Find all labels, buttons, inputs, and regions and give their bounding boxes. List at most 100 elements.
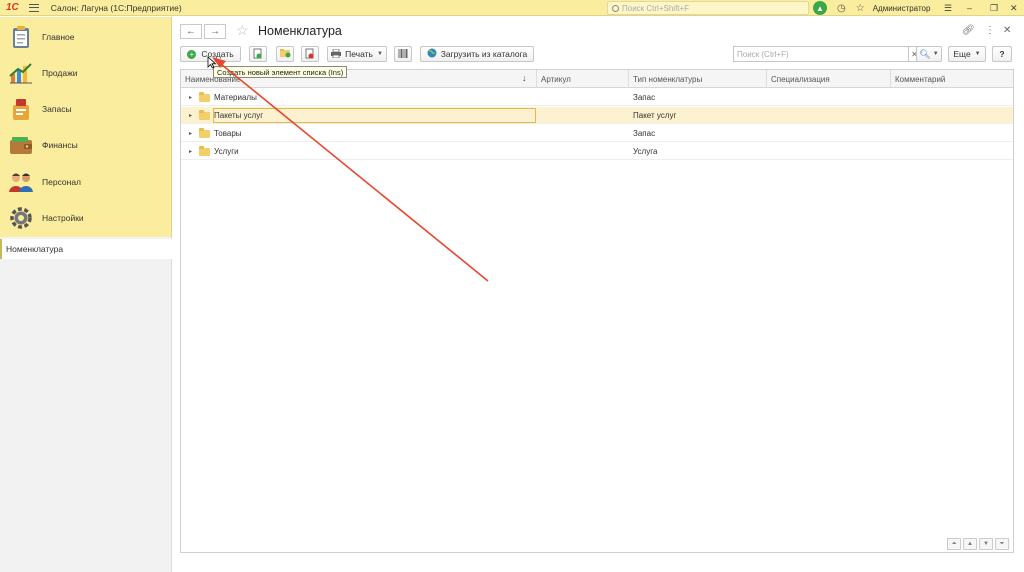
scroll-up-icon[interactable]: ▲: [963, 538, 977, 550]
search-icon: 🔍︎: [919, 48, 931, 59]
back-button[interactable]: ←: [180, 24, 202, 39]
search-options-button[interactable]: 🔍︎ ▼: [916, 46, 942, 62]
section-staff[interactable]: Персонал: [0, 164, 172, 200]
delete-mark-button[interactable]: [301, 46, 319, 62]
print-button[interactable]: Печать ▼: [327, 46, 387, 62]
table-row-selected[interactable]: ▸ Пакеты услуг Пакет услуг: [181, 107, 1013, 124]
close-window-icon[interactable]: ✕: [1010, 0, 1018, 16]
settings-menu-icon[interactable]: ☰: [944, 0, 952, 16]
table-row[interactable]: ▸ Материалы Запас: [181, 89, 1013, 106]
global-search-input[interactable]: Поиск Ctrl+Shift+F: [607, 1, 809, 15]
section-label: Запасы: [42, 104, 72, 114]
column-header-specialization[interactable]: Специализация: [767, 70, 891, 88]
titlebar-tools: ▲ ◷ ☆ Администратор: [813, 0, 930, 16]
plus-icon: +: [187, 49, 197, 59]
app-logo: 1С: [6, 2, 19, 13]
sort-down-icon[interactable]: ↓: [522, 73, 527, 83]
row-name: Услуги: [214, 147, 239, 156]
app-title: Салон: Лагуна (1С:Предприятие): [50, 2, 182, 13]
copy-button[interactable]: [249, 46, 267, 62]
mouse-cursor-icon: [207, 56, 217, 69]
close-form-icon[interactable]: ✕: [1003, 25, 1011, 36]
open-windows-panel: Номенклатура: [0, 237, 172, 572]
section-main[interactable]: Главное: [0, 19, 172, 55]
form-header: ← → ☆ Номенклатура 🔗︎ ⋮ ✕: [180, 22, 1020, 42]
page-title: Номенклатура: [258, 24, 342, 38]
create-group-button[interactable]: [276, 46, 294, 62]
column-header-article[interactable]: Артикул: [537, 70, 629, 88]
chevron-down-icon: ▼: [932, 51, 939, 57]
stock-icon: [9, 97, 33, 121]
section-label: Финансы: [42, 140, 78, 150]
section-sales[interactable]: Продажи: [0, 55, 172, 91]
row-name: Материалы: [214, 93, 257, 102]
list-search-input[interactable]: Поиск (Ctrl+F): [733, 46, 909, 62]
user-name[interactable]: Администратор: [873, 4, 931, 13]
row-name: Пакеты услуг: [214, 111, 264, 120]
section-label: Продажи: [42, 68, 78, 78]
main-menu-icon[interactable]: [28, 3, 39, 12]
table-row[interactable]: ▸ Товары Запас: [181, 125, 1013, 142]
more-button-label: Еще: [953, 49, 971, 59]
table-scroll-controls: ⏶ ▲ ▼ ⏷: [947, 538, 1009, 550]
list-search-placeholder: Поиск (Ctrl+F): [737, 49, 789, 59]
row-name: Товары: [214, 129, 242, 138]
expand-icon[interactable]: ▸: [189, 89, 192, 106]
barcode-button[interactable]: [394, 46, 412, 62]
section-finance[interactable]: Финансы: [0, 127, 172, 163]
section-label: Настройки: [42, 213, 84, 223]
scroll-top-icon[interactable]: ⏶: [947, 538, 961, 550]
history-icon[interactable]: ◷: [837, 3, 846, 14]
print-button-label: Печать: [345, 49, 373, 59]
section-label: Персонал: [42, 177, 82, 187]
chart-icon: [9, 61, 33, 85]
globe-icon: [427, 48, 437, 60]
delete-mark-icon: [305, 48, 315, 61]
more-actions-icon[interactable]: ⋮: [985, 25, 995, 36]
notifications-icon[interactable]: ▲: [813, 1, 827, 15]
expand-icon[interactable]: ▸: [189, 107, 192, 124]
section-settings[interactable]: Настройки: [0, 200, 172, 236]
favorites-icon[interactable]: ☆: [856, 3, 865, 14]
sections-panel: Главное Продажи Запасы Финансы Персонал …: [0, 17, 172, 237]
column-header-type[interactable]: Тип номенклатуры: [629, 70, 767, 88]
printer-icon: [331, 48, 342, 60]
chevron-down-icon: ▼: [376, 51, 383, 57]
forward-button[interactable]: →: [204, 24, 226, 39]
search-icon: [612, 4, 619, 12]
scroll-down-icon[interactable]: ▼: [979, 538, 993, 550]
wallet-icon: [9, 133, 33, 157]
row-type: Запас: [633, 93, 656, 102]
gear-icon: [9, 206, 33, 230]
create-tooltip: Создать новый элемент списка (Ins): [213, 66, 348, 78]
clipboard-icon: [9, 25, 33, 49]
load-from-catalog-label: Загрузить из каталога: [440, 49, 528, 59]
link-icon[interactable]: 🔗︎: [962, 25, 975, 36]
help-button[interactable]: ?: [992, 46, 1012, 62]
expand-icon[interactable]: ▸: [189, 125, 192, 142]
folder-icon: [199, 110, 210, 120]
folder-add-icon: [279, 48, 291, 60]
restore-icon[interactable]: ❐: [990, 0, 998, 16]
chevron-down-icon: ▼: [974, 51, 981, 57]
row-type: Пакет услуг: [633, 111, 677, 120]
global-search-placeholder: Поиск Ctrl+Shift+F: [622, 3, 690, 13]
section-stock[interactable]: Запасы: [0, 91, 172, 127]
row-type: Услуга: [633, 147, 658, 156]
favorite-star-icon[interactable]: ☆: [236, 22, 249, 39]
folder-icon: [199, 92, 210, 102]
nomenclature-table: Наименование ↓ Артикул Тип номенклатуры …: [180, 69, 1014, 553]
row-type: Запас: [633, 129, 656, 138]
people-icon: [9, 170, 33, 194]
table-row[interactable]: ▸ Услуги Услуга: [181, 143, 1013, 160]
expand-icon[interactable]: ▸: [189, 143, 192, 160]
scroll-bottom-icon[interactable]: ⏷: [995, 538, 1009, 550]
barcode-icon: [398, 48, 408, 60]
open-window-item[interactable]: Номенклатура: [0, 239, 172, 259]
folder-icon: [199, 128, 210, 138]
command-bar: + Создать Печать ▼ Загрузить из каталога…: [180, 46, 1020, 63]
load-from-catalog-button[interactable]: Загрузить из каталога: [420, 46, 534, 62]
minimize-icon[interactable]: –: [967, 0, 972, 16]
more-button[interactable]: Еще ▼: [948, 46, 986, 62]
column-header-comment[interactable]: Комментарий: [891, 70, 1015, 88]
